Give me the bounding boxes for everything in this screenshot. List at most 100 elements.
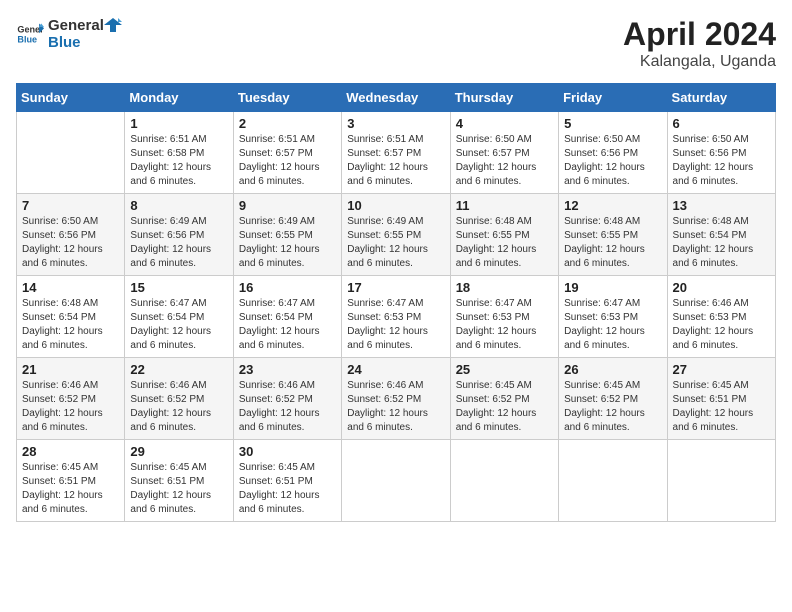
calendar-day-cell [450,440,558,522]
day-number: 4 [456,116,553,131]
day-info: Sunrise: 6:51 AM Sunset: 6:58 PM Dayligh… [130,133,227,189]
calendar-header-row: SundayMondayTuesdayWednesdayThursdayFrid… [17,84,776,112]
day-info: Sunrise: 6:46 AM Sunset: 6:52 PM Dayligh… [347,379,444,435]
calendar-day-cell: 13 Sunrise: 6:48 AM Sunset: 6:54 PM Dayli… [667,194,775,276]
calendar-day-cell: 8Sunrise: 6:49 AM Sunset: 6:56 PM Daylig… [125,194,233,276]
page-header: General Blue General Blue April 2024 Kal… [16,16,776,71]
day-info: Sunrise: 6:48 AM Sunset: 6:54 PM Dayligh… [22,297,119,353]
day-info: Sunrise: 6:45 AM Sunset: 6:52 PM Dayligh… [564,379,661,435]
day-info: Sunrise: 6:50 AM Sunset: 6:56 PM Dayligh… [22,215,119,271]
day-info: Sunrise: 6:50 AM Sunset: 6:56 PM Dayligh… [564,133,661,189]
weekday-header: Tuesday [233,84,341,112]
logo-text-block: General Blue [48,16,122,51]
logo-bird-icon [104,16,122,34]
weekday-header: Saturday [667,84,775,112]
day-number: 18 [456,280,553,295]
day-number: 5 [564,116,661,131]
day-info: Sunrise: 6:47 AM Sunset: 6:54 PM Dayligh… [239,297,336,353]
day-info: Sunrise: 6:46 AM Sunset: 6:52 PM Dayligh… [239,379,336,435]
logo-general: General [48,17,104,34]
calendar-day-cell [17,112,125,194]
calendar-day-cell: 23 Sunrise: 6:46 AM Sunset: 6:52 PM Dayli… [233,358,341,440]
calendar-day-cell: 4 Sunrise: 6:50 AM Sunset: 6:57 PM Daylig… [450,112,558,194]
day-number: 17 [347,280,444,295]
calendar-body: 1 Sunrise: 6:51 AM Sunset: 6:58 PM Daylig… [17,112,776,522]
day-number: 20 [673,280,770,295]
day-info: Sunrise: 6:46 AM Sunset: 6:53 PM Dayligh… [673,297,770,353]
day-number: 16 [239,280,336,295]
calendar-day-cell: 5 Sunrise: 6:50 AM Sunset: 6:56 PM Daylig… [559,112,667,194]
weekday-header: Sunday [17,84,125,112]
day-number: 14 [22,280,119,295]
day-number: 12 [564,198,661,213]
calendar-day-cell [342,440,450,522]
day-number: 10 [347,198,444,213]
day-info: Sunrise: 6:51 AM Sunset: 6:57 PM Dayligh… [239,133,336,189]
day-number: 19 [564,280,661,295]
calendar-day-cell: 22Sunrise: 6:46 AM Sunset: 6:52 PM Dayli… [125,358,233,440]
day-info: Sunrise: 6:48 AM Sunset: 6:55 PM Dayligh… [456,215,553,271]
day-number: 8 [130,198,227,213]
day-number: 3 [347,116,444,131]
calendar-day-cell: 17Sunrise: 6:47 AM Sunset: 6:53 PM Dayli… [342,276,450,358]
calendar-day-cell: 2 Sunrise: 6:51 AM Sunset: 6:57 PM Daylig… [233,112,341,194]
day-number: 15 [130,280,227,295]
calendar-day-cell: 15Sunrise: 6:47 AM Sunset: 6:54 PM Dayli… [125,276,233,358]
day-info: Sunrise: 6:47 AM Sunset: 6:53 PM Dayligh… [456,297,553,353]
calendar-day-cell: 9Sunrise: 6:49 AM Sunset: 6:55 PM Daylig… [233,194,341,276]
day-info: Sunrise: 6:48 AM Sunset: 6:55 PM Dayligh… [564,215,661,271]
logo-blue: Blue [48,34,122,51]
calendar-day-cell [667,440,775,522]
calendar-day-cell: 12 Sunrise: 6:48 AM Sunset: 6:55 PM Dayli… [559,194,667,276]
day-info: Sunrise: 6:46 AM Sunset: 6:52 PM Dayligh… [22,379,119,435]
day-number: 7 [22,198,119,213]
title-block: April 2024 Kalangala, Uganda [623,16,776,71]
calendar-week-row: 7 Sunrise: 6:50 AM Sunset: 6:56 PM Daylig… [17,194,776,276]
svg-text:Blue: Blue [17,34,37,44]
calendar-day-cell: 6 Sunrise: 6:50 AM Sunset: 6:56 PM Daylig… [667,112,775,194]
calendar-day-cell: 11 Sunrise: 6:48 AM Sunset: 6:55 PM Dayli… [450,194,558,276]
day-number: 6 [673,116,770,131]
day-number: 1 [130,116,227,131]
day-number: 13 [673,198,770,213]
day-info: Sunrise: 6:48 AM Sunset: 6:54 PM Dayligh… [673,215,770,271]
day-number: 9 [239,198,336,213]
calendar-day-cell: 19 Sunrise: 6:47 AM Sunset: 6:53 PM Dayli… [559,276,667,358]
calendar-day-cell: 21 Sunrise: 6:46 AM Sunset: 6:52 PM Dayli… [17,358,125,440]
day-number: 21 [22,362,119,377]
day-number: 2 [239,116,336,131]
calendar-day-cell: 14 Sunrise: 6:48 AM Sunset: 6:54 PM Dayli… [17,276,125,358]
weekday-header: Monday [125,84,233,112]
weekday-header: Thursday [450,84,558,112]
calendar-day-cell: 26Sunrise: 6:45 AM Sunset: 6:52 PM Dayli… [559,358,667,440]
calendar-day-cell [559,440,667,522]
day-info: Sunrise: 6:50 AM Sunset: 6:57 PM Dayligh… [456,133,553,189]
day-number: 28 [22,444,119,459]
day-info: Sunrise: 6:45 AM Sunset: 6:51 PM Dayligh… [130,461,227,517]
day-number: 23 [239,362,336,377]
calendar-day-cell: 7 Sunrise: 6:50 AM Sunset: 6:56 PM Daylig… [17,194,125,276]
day-info: Sunrise: 6:51 AM Sunset: 6:57 PM Dayligh… [347,133,444,189]
calendar-week-row: 14 Sunrise: 6:48 AM Sunset: 6:54 PM Dayli… [17,276,776,358]
calendar-day-cell: 3 Sunrise: 6:51 AM Sunset: 6:57 PM Daylig… [342,112,450,194]
calendar-day-cell: 29 Sunrise: 6:45 AM Sunset: 6:51 PM Dayli… [125,440,233,522]
day-number: 30 [239,444,336,459]
day-number: 27 [673,362,770,377]
calendar-title: April 2024 [623,16,776,53]
calendar-day-cell: 1 Sunrise: 6:51 AM Sunset: 6:58 PM Daylig… [125,112,233,194]
day-number: 11 [456,198,553,213]
calendar-day-cell: 25Sunrise: 6:45 AM Sunset: 6:52 PM Dayli… [450,358,558,440]
logo: General Blue General Blue [16,16,122,51]
calendar-day-cell: 28Sunrise: 6:45 AM Sunset: 6:51 PM Dayli… [17,440,125,522]
weekday-header: Friday [559,84,667,112]
day-info: Sunrise: 6:49 AM Sunset: 6:55 PM Dayligh… [347,215,444,271]
day-info: Sunrise: 6:50 AM Sunset: 6:56 PM Dayligh… [673,133,770,189]
weekday-header: Wednesday [342,84,450,112]
day-info: Sunrise: 6:45 AM Sunset: 6:52 PM Dayligh… [456,379,553,435]
calendar-day-cell: 24Sunrise: 6:46 AM Sunset: 6:52 PM Dayli… [342,358,450,440]
day-number: 29 [130,444,227,459]
calendar-day-cell: 30Sunrise: 6:45 AM Sunset: 6:51 PM Dayli… [233,440,341,522]
day-number: 22 [130,362,227,377]
calendar-day-cell: 27Sunrise: 6:45 AM Sunset: 6:51 PM Dayli… [667,358,775,440]
day-info: Sunrise: 6:47 AM Sunset: 6:53 PM Dayligh… [564,297,661,353]
